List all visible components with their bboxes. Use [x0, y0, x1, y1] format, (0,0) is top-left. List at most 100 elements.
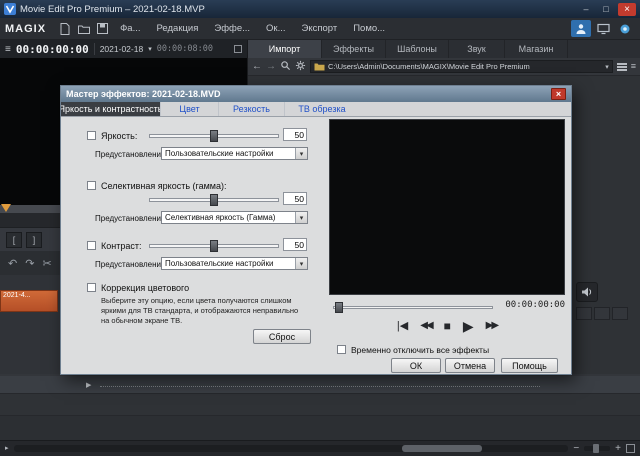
zoom-fit-icon[interactable]	[626, 444, 635, 453]
stop-button[interactable]: ■	[444, 320, 451, 332]
brightness-slider[interactable]	[149, 130, 279, 142]
menu-file[interactable]: Фа...	[113, 18, 147, 40]
media-pool-tabs: Импорт Эффекты Шаблоны Звук Магазин	[248, 40, 640, 58]
tab-color[interactable]: Цвет	[161, 102, 219, 116]
range-in-button[interactable]: [	[6, 231, 22, 248]
help-button[interactable]: Помощь	[501, 358, 558, 373]
brightness-checkbox[interactable]	[87, 131, 96, 140]
brightness-preset-dropdown[interactable]: Пользовательские настройки ▾	[161, 147, 308, 160]
color-correction-checkbox[interactable]	[87, 283, 96, 292]
scroll-left-icon[interactable]: ▸	[5, 445, 9, 452]
dialog-close-button[interactable]: ×	[551, 88, 566, 100]
video-clip[interactable]: 2021-4...	[0, 290, 58, 312]
zoom-slider-handle[interactable]	[593, 444, 600, 453]
gamma-slider[interactable]	[149, 194, 279, 206]
tab-import[interactable]: Импорт	[248, 40, 322, 58]
menu-export[interactable]: Экспорт	[295, 18, 345, 40]
store-icon[interactable]	[615, 20, 635, 37]
zoom-slider[interactable]	[584, 444, 611, 453]
contrast-checkbox[interactable]	[87, 241, 96, 250]
slider-handle[interactable]	[210, 194, 218, 206]
project-name-dropdown[interactable]: 2021-02-18	[100, 44, 143, 54]
path-bar[interactable]: C:\Users\Admin\Documents\MAGIX\Movie Edi…	[310, 60, 613, 73]
track-tool-button-1[interactable]	[576, 307, 592, 320]
detach-monitor-icon[interactable]	[234, 45, 242, 53]
contrast-preset-dropdown[interactable]: Пользовательские настройки ▾	[161, 257, 308, 270]
menu-window[interactable]: Ок...	[259, 18, 292, 40]
timeline-scrollbar[interactable]	[13, 445, 569, 452]
tab-tv-crop[interactable]: ТВ обрезка	[285, 102, 359, 116]
path-chevron-icon[interactable]: ▾	[605, 63, 609, 71]
redo-icon[interactable]: ↷	[25, 257, 34, 270]
chevron-down-icon[interactable]: ▾	[148, 45, 152, 53]
minimize-button[interactable]: –	[578, 3, 594, 16]
tab-audio[interactable]: Звук	[449, 40, 505, 58]
zoom-in-icon[interactable]: +	[615, 443, 621, 454]
brightness-label: Яркость:	[101, 131, 138, 141]
preset-label-2: Предустановления	[95, 214, 166, 223]
track-tool-button-2[interactable]	[594, 307, 610, 320]
gamma-value[interactable]	[283, 192, 307, 205]
divider	[93, 43, 95, 55]
brightness-value[interactable]	[283, 128, 307, 141]
monitor-layout-icon[interactable]	[593, 20, 613, 37]
zoom-out-icon[interactable]: −	[573, 443, 579, 454]
new-project-icon[interactable]	[56, 20, 73, 37]
timeline-track-row-1[interactable]: ▶	[0, 376, 640, 394]
open-project-icon[interactable]	[75, 20, 92, 37]
slider-handle[interactable]	[210, 240, 218, 252]
track-tool-buttons	[576, 307, 628, 320]
tab-effects[interactable]: Эффекты	[322, 40, 386, 58]
contrast-slider[interactable]	[149, 240, 279, 252]
disable-effects-checkbox[interactable]	[337, 345, 346, 354]
skip-start-button[interactable]: |◀	[397, 320, 408, 332]
user-mode-icon[interactable]	[571, 20, 591, 37]
preview-position-slider[interactable]	[333, 302, 493, 313]
range-out-button[interactable]: ]	[26, 231, 42, 248]
tab-store[interactable]: Магазин	[505, 40, 568, 58]
dropdown-arrow-icon[interactable]: ▾	[295, 148, 307, 159]
slider-handle[interactable]	[210, 130, 218, 142]
gear-icon[interactable]	[295, 60, 306, 74]
undo-icon[interactable]: ↶	[8, 257, 17, 270]
play-button[interactable]: ▶	[463, 319, 474, 333]
scissors-icon[interactable]: ✂	[42, 257, 51, 270]
track-tool-button-3[interactable]	[612, 307, 628, 320]
forward-icon[interactable]: →	[266, 61, 276, 72]
ok-button[interactable]: ОК	[391, 358, 441, 373]
rewind-button[interactable]: ◀◀	[420, 321, 433, 331]
menu-help[interactable]: Помо...	[346, 18, 392, 40]
reset-button[interactable]: Сброс	[253, 329, 311, 344]
dropdown-arrow-icon[interactable]: ▾	[295, 258, 307, 269]
panel-menu-icon[interactable]: ≡	[631, 62, 636, 71]
timeline-track-row-2[interactable]	[0, 394, 640, 416]
gamma-checkbox[interactable]	[87, 181, 96, 190]
playhead-marker[interactable]	[1, 204, 11, 212]
tab-templates[interactable]: Шаблоны	[386, 40, 449, 58]
close-button[interactable]: ×	[618, 2, 636, 16]
fast-forward-button[interactable]: ▶▶	[486, 321, 499, 331]
contrast-value[interactable]	[283, 238, 307, 251]
color-correction-description: Выберите эту опцию, если цвета получаютс…	[101, 296, 299, 325]
dropdown-arrow-icon[interactable]: ▾	[295, 212, 307, 223]
slider-handle[interactable]	[335, 302, 343, 313]
magix-logo-icon	[4, 3, 16, 15]
collapse-track-icon[interactable]: ▶	[86, 381, 91, 389]
tab-sharpness[interactable]: Резкость	[219, 102, 285, 116]
list-view-icon[interactable]	[616, 62, 627, 71]
menu-effects[interactable]: Эффе...	[207, 18, 257, 40]
search-icon[interactable]	[280, 60, 291, 74]
dialog-titlebar[interactable]: Мастер эффектов: 2021-02-18.MVD ×	[61, 86, 571, 102]
save-icon[interactable]	[94, 20, 111, 37]
scrollbar-handle[interactable]	[401, 445, 482, 452]
monitor-menu-icon[interactable]: ≡	[5, 44, 11, 55]
speaker-icon[interactable]	[576, 282, 598, 302]
tab-brightness-contrast[interactable]: Яркость и контрастность	[61, 102, 161, 116]
menu-edit[interactable]: Редакция	[150, 18, 206, 40]
gamma-preset-dropdown[interactable]: Селективная яркость (Гамма) ▾	[161, 211, 308, 224]
cancel-button[interactable]: Отмена	[445, 358, 495, 373]
maximize-button[interactable]: □	[598, 3, 614, 16]
keyframe-line	[100, 386, 540, 387]
timeline-track-row-3[interactable]	[0, 416, 640, 440]
back-icon[interactable]: ←	[252, 61, 262, 72]
